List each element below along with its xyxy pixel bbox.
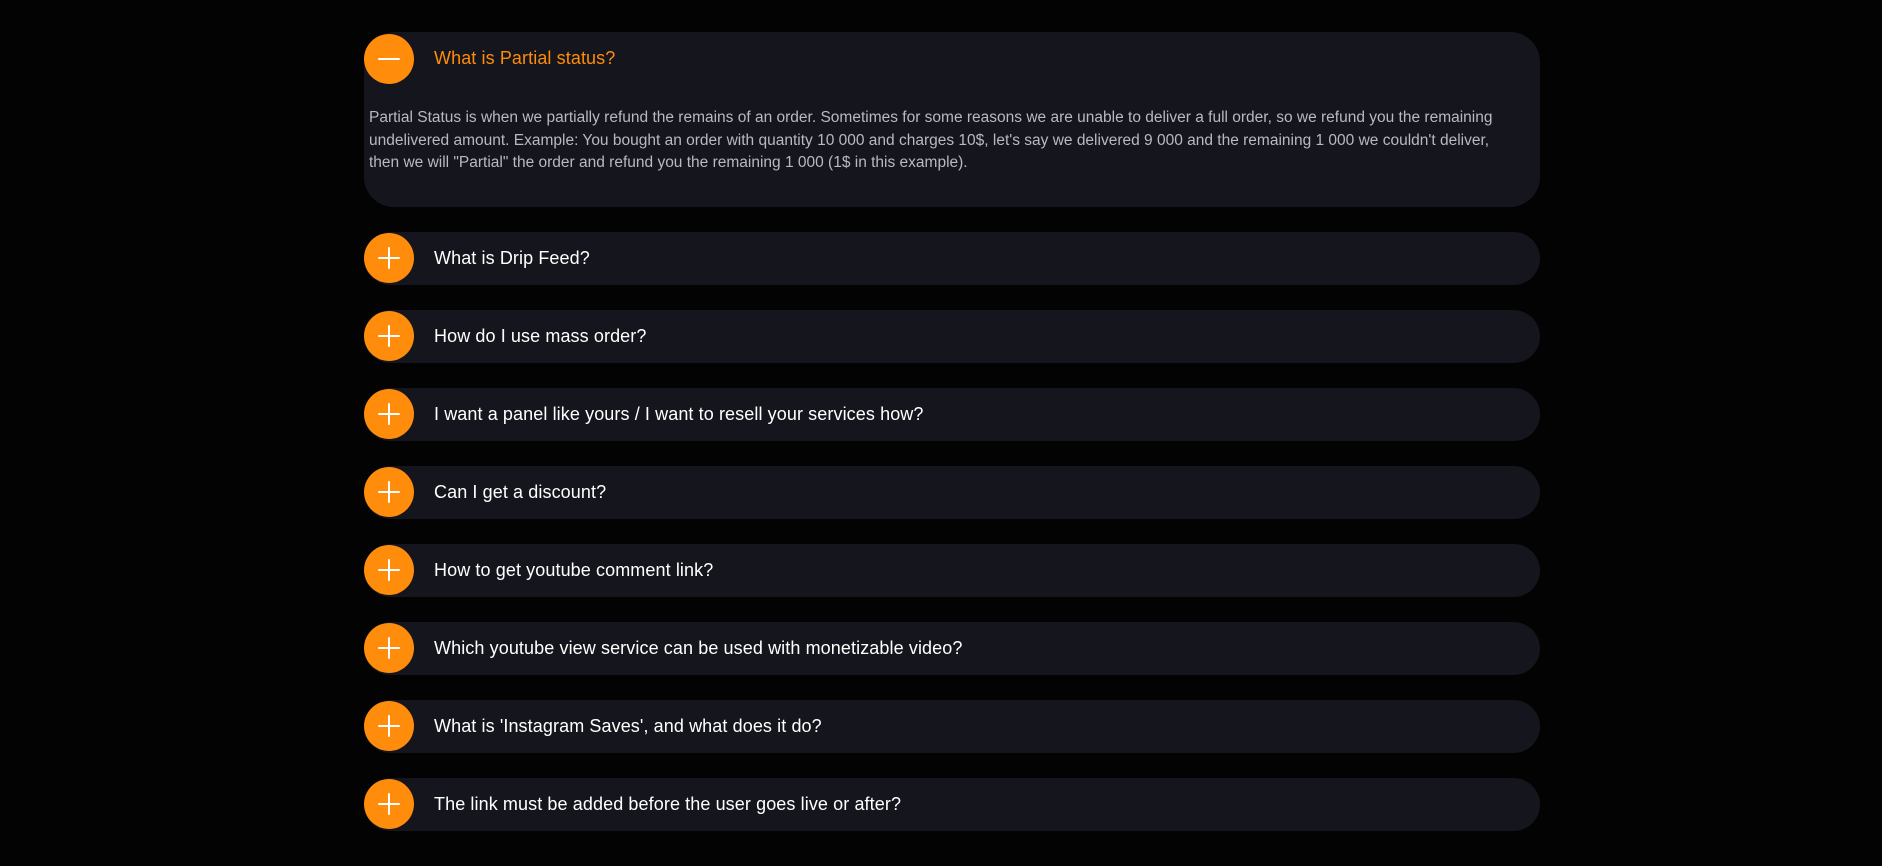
faq-question-row[interactable]: What is Drip Feed?: [364, 232, 1540, 285]
faq-answer: Partial Status is when we partially refu…: [369, 109, 1493, 171]
faq-question-row[interactable]: How to get youtube comment link?: [364, 544, 1540, 597]
faq-item-mass-order: How do I use mass order?: [364, 309, 1540, 363]
faq-question: How to get youtube comment link?: [434, 559, 714, 580]
plus-icon[interactable]: [364, 467, 414, 517]
plus-icon[interactable]: [364, 389, 414, 439]
plus-icon[interactable]: [364, 545, 414, 595]
faq-item-live-link: The link must be added before the user g…: [364, 777, 1540, 831]
faq-question: What is Partial status?: [434, 48, 616, 68]
faq-question: The link must be added before the user g…: [434, 793, 902, 814]
faq-question-row[interactable]: The link must be added before the user g…: [364, 778, 1540, 831]
faq-item-youtube-comment-link: How to get youtube comment link?: [364, 543, 1540, 597]
plus-icon[interactable]: [364, 623, 414, 673]
faq-item-discount: Can I get a discount?: [364, 465, 1540, 519]
faq-question-row[interactable]: Which youtube view service can be used w…: [364, 622, 1540, 675]
plus-icon[interactable]: [364, 233, 414, 283]
faq-question: Can I get a discount?: [434, 481, 607, 502]
faq-item-instagram-saves: What is 'Instagram Saves', and what does…: [364, 699, 1540, 753]
faq-question: How do I use mass order?: [434, 325, 647, 346]
plus-icon[interactable]: [364, 779, 414, 829]
faq-question-row[interactable]: How do I use mass order?: [364, 310, 1540, 363]
faq-question-row[interactable]: What is 'Instagram Saves', and what does…: [364, 700, 1540, 753]
minus-icon[interactable]: [364, 33, 414, 84]
faq-accordion: What is Partial status? Partial Status i…: [364, 32, 1540, 856]
faq-question-row[interactable]: I want a panel like yours / I want to re…: [364, 388, 1540, 441]
faq-question: What is Drip Feed?: [434, 247, 590, 268]
plus-icon[interactable]: [364, 701, 414, 751]
faq-question-row[interactable]: Can I get a discount?: [364, 466, 1540, 519]
faq-item-youtube-monetizable: Which youtube view service can be used w…: [364, 621, 1540, 675]
faq-question-row[interactable]: What is Partial status?: [364, 32, 1540, 85]
plus-icon[interactable]: [364, 311, 414, 361]
faq-question: I want a panel like yours / I want to re…: [434, 403, 924, 424]
faq-item-drip-feed: What is Drip Feed?: [364, 231, 1540, 285]
faq-item-panel-resell: I want a panel like yours / I want to re…: [364, 387, 1540, 441]
faq-item-partial-status: What is Partial status? Partial Status i…: [364, 32, 1540, 207]
faq-question: What is 'Instagram Saves', and what does…: [434, 715, 822, 736]
faq-question: Which youtube view service can be used w…: [434, 637, 963, 658]
